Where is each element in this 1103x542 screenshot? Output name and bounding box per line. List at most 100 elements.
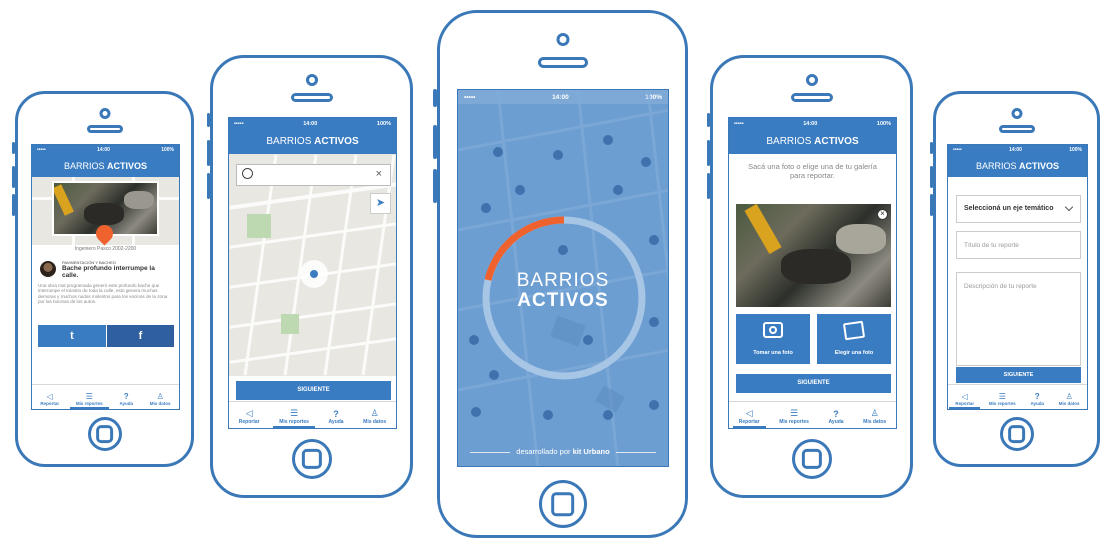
next-button[interactable]: SIGUIENTE — [736, 374, 891, 393]
screen: ••••• 14:00 100% BARRIOS ACTIVOS Sacá un… — [728, 117, 897, 429]
navigation-arrow-icon: ➤ — [375, 197, 386, 209]
phone-splash: ••••• 14:00 100% BARRIOS ACTIVOS desarro… — [433, 10, 688, 538]
tab-mis-datos[interactable]: ♙ Mis datos — [1059, 392, 1080, 406]
tab-mis-reportes[interactable]: ☰ Mis reportes — [779, 408, 809, 425]
title-input[interactable]: Título de tu reporte — [956, 231, 1081, 259]
tab-mis-reportes[interactable]: ☰ Mis reportes — [69, 392, 109, 409]
twitter-icon: t — [70, 330, 74, 342]
list-icon: ☰ — [998, 392, 1006, 401]
report-description: Una obra mal programada generó este prof… — [38, 283, 168, 305]
tab-ayuda[interactable]: ? Ayuda — [828, 409, 843, 425]
status-time: 14:00 — [1009, 147, 1022, 153]
list-icon: ☰ — [85, 392, 93, 401]
user-icon: ♙ — [1065, 392, 1073, 401]
facebook-icon: f — [138, 330, 143, 342]
status-time: 14:00 — [97, 147, 110, 153]
chevron-down-icon — [1064, 202, 1074, 212]
camera-icon — [805, 74, 818, 86]
tab-bar: ◁ Reportar ☰ Mis reportes ? Ayuda ♙ Mis dato… — [729, 401, 896, 428]
search-input[interactable]: × — [236, 164, 391, 186]
status-carrier: ••••• — [234, 120, 244, 127]
tab-mis-datos[interactable]: ♙ Mis datos — [150, 392, 171, 406]
camera-icon — [305, 74, 318, 86]
splash-logo-line2: ACTIVOS — [517, 290, 609, 311]
user-icon: ♙ — [156, 392, 164, 401]
screen: ••••• 14:00 100% BARRIOS ACTIVOS Ingenie… — [31, 144, 180, 410]
phone-report-detail: ••••• 14:00 100% BARRIOS ACTIVOS Ingenie… — [12, 91, 194, 467]
help-icon: ? — [333, 409, 339, 419]
remove-photo-icon[interactable]: × — [877, 209, 888, 220]
gallery-icon — [842, 320, 866, 341]
megaphone-icon: ◁ — [745, 408, 753, 418]
screen: ••••• 14:00 100% BARRIOS ACTIVOS × ➤ SIG… — [228, 117, 397, 429]
next-button[interactable]: SIGUIENTE — [956, 367, 1081, 383]
tab-bar: ◁ Reportar ☰ Mis reportes ? Ayuda ♙ Mis dato… — [229, 401, 396, 428]
status-carrier: ••••• — [953, 147, 962, 153]
list-icon: ☰ — [290, 408, 299, 418]
tab-bar: ◁ Reportar ☰ Mis reportes ? Ayuda ♙ Mis dato… — [948, 384, 1087, 409]
topic-select[interactable]: Seleccioná un eje temático — [956, 195, 1081, 223]
facebook-share-button[interactable]: f — [107, 325, 174, 347]
description-textarea[interactable]: Descripción de tu reporte — [956, 272, 1081, 366]
tab-reportar[interactable]: ◁ Reportar — [40, 392, 59, 406]
megaphone-icon: ◁ — [961, 392, 968, 401]
clear-icon[interactable]: × — [376, 168, 382, 180]
home-button[interactable] — [87, 417, 122, 451]
take-photo-button[interactable]: Tomar una foto — [736, 314, 810, 364]
map-view[interactable] — [229, 154, 396, 376]
tab-mis-datos[interactable]: ♙ Mis datos — [863, 408, 886, 425]
status-time: 14:00 — [303, 120, 318, 127]
search-icon — [242, 168, 253, 179]
selected-photo — [736, 204, 891, 307]
status-carrier: ••••• — [734, 120, 744, 127]
twitter-share-button[interactable]: t — [38, 325, 106, 347]
help-icon: ? — [123, 392, 129, 401]
megaphone-icon: ◁ — [46, 392, 53, 401]
tab-ayuda[interactable]: ? Ayuda — [1030, 392, 1044, 406]
home-button[interactable] — [538, 480, 587, 528]
home-button[interactable] — [791, 439, 832, 479]
app-title: BARRIOS ACTIVOS — [729, 129, 896, 154]
home-button[interactable] — [999, 417, 1034, 451]
status-carrier: ••••• — [37, 147, 46, 153]
home-button[interactable] — [291, 439, 332, 479]
screen: ••••• 14:00 100% BARRIOS ACTIVOS desarro… — [457, 89, 669, 467]
app-title: BARRIOS ACTIVOS — [948, 155, 1087, 177]
locate-button[interactable]: ➤ — [370, 193, 391, 214]
tab-reportar[interactable]: ◁ Reportar — [949, 392, 980, 409]
help-icon: ? — [833, 409, 839, 419]
developer-credit: desarrollado por kit Urbano — [458, 447, 668, 456]
status-battery: 100% — [1069, 147, 1082, 153]
choose-photo-button[interactable]: Elegir una foto — [817, 314, 891, 364]
current-location-dot — [310, 270, 318, 278]
user-icon: ♙ — [370, 408, 379, 418]
status-time: 14:00 — [803, 120, 818, 127]
tab-mis-reportes[interactable]: ☰ Mis reportes — [989, 392, 1016, 406]
app-title: BARRIOS ACTIVOS — [32, 155, 179, 177]
camera-icon — [556, 33, 569, 46]
tab-reportar[interactable]: ◁ Reportar — [732, 408, 766, 428]
tab-reportar[interactable]: ◁ Reportar — [239, 408, 260, 425]
camera-icon — [99, 108, 110, 119]
tab-ayuda[interactable]: ? Ayuda — [119, 392, 133, 406]
tab-ayuda[interactable]: ? Ayuda — [328, 409, 343, 425]
status-battery: 100% — [376, 120, 391, 127]
tab-bar: ◁ Reportar ☰ Mis reportes ? Ayuda ♙ Mis dato… — [32, 384, 179, 409]
photo-instruction: Sacá una foto o elige una de tu galería … — [748, 162, 877, 180]
next-button[interactable]: SIGUIENTE — [236, 381, 391, 400]
tab-mis-datos[interactable]: ♙ Mis datos — [363, 408, 386, 425]
user-icon: ♙ — [870, 408, 879, 418]
phone-photo: ••••• 14:00 100% BARRIOS ACTIVOS Sacá un… — [707, 55, 913, 498]
avatar — [40, 261, 56, 277]
camera-icon — [1011, 108, 1022, 119]
splash-logo-line1: BARRIOS — [516, 270, 610, 291]
address-label: Ingeniero Pasco 2002-2200 — [74, 246, 137, 252]
tab-mis-reportes[interactable]: ☰ Mis reportes — [273, 408, 315, 428]
help-icon: ? — [1034, 392, 1040, 401]
phone-form: ••••• 14:00 100% BARRIOS ACTIVOS Selecci… — [930, 91, 1100, 467]
status-battery: 100% — [161, 147, 174, 153]
screen: ••••• 14:00 100% BARRIOS ACTIVOS Selecci… — [947, 144, 1088, 410]
status-battery: 100% — [876, 120, 891, 127]
app-title: BARRIOS ACTIVOS — [229, 129, 396, 154]
list-icon: ☰ — [790, 408, 799, 418]
